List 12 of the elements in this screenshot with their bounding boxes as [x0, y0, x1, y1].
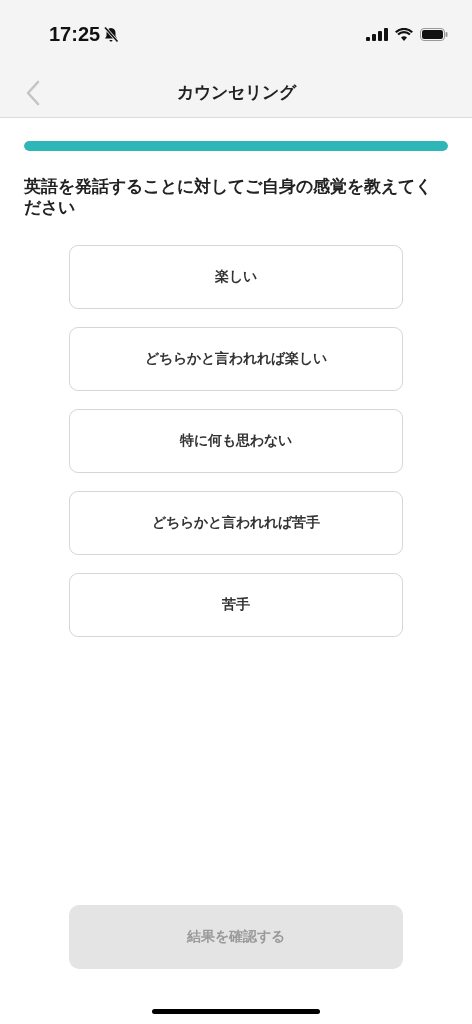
back-button[interactable] [24, 78, 42, 108]
status-time: 17:25 [49, 22, 101, 46]
answer-option[interactable]: 特に何も思わない [69, 409, 403, 473]
question-text: 英語を発話することに対してご自身の感覚を教えてください [24, 176, 433, 218]
answer-option[interactable]: 楽しい [69, 245, 403, 309]
answer-option[interactable]: どちらかと言われれば楽しい [69, 327, 403, 391]
screen-title: カウンセリング [176, 81, 296, 104]
wifi-icon [395, 27, 413, 41]
answer-option[interactable]: どちらかと言われれば苦手 [69, 491, 403, 555]
battery-icon [420, 27, 448, 41]
answer-option[interactable]: 苦手 [69, 573, 403, 637]
signal-icon [366, 27, 388, 41]
